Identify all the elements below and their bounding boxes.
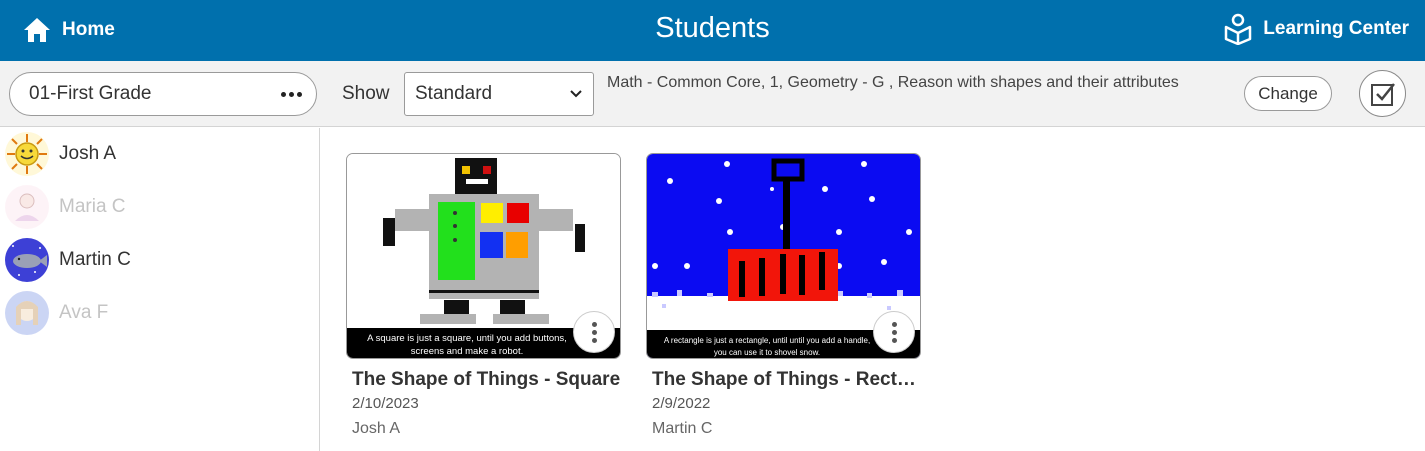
page-title: Students — [655, 12, 770, 44]
student-name: Maria C — [59, 196, 126, 217]
student-list: Josh A Maria C Martin C Ava F — [0, 128, 320, 451]
card-date: 2/9/2022 — [652, 395, 711, 412]
work-card: A rectangle is just a rectangle, until u… — [646, 153, 921, 438]
class-name: 01-First Grade — [29, 83, 152, 104]
learning-center-button[interactable]: Learning Center — [1223, 12, 1409, 46]
student-item-ava-f[interactable]: Ava F — [0, 287, 319, 339]
standard-description: Math - Common Core, 1, Geometry - G , Re… — [607, 74, 1179, 91]
student-item-martin-c[interactable]: Martin C — [0, 234, 319, 286]
student-item-maria-c[interactable]: Maria C — [0, 181, 319, 233]
thumbnail-caption-line1: A rectangle is just a rectangle, until u… — [664, 336, 870, 345]
card-title[interactable]: The Shape of Things - Square — [346, 369, 621, 391]
avatar — [5, 132, 49, 176]
thumbnail-caption-line2: you can use it to shovel snow. — [714, 348, 820, 357]
learning-center-icon — [1225, 13, 1252, 45]
checkbox-check-icon — [1370, 82, 1395, 106]
class-selector[interactable]: 01-First Grade — [9, 72, 317, 116]
select-mode-button[interactable] — [1359, 70, 1406, 117]
show-dropdown[interactable]: Standard — [404, 72, 594, 116]
card-author: Martin C — [652, 420, 713, 437]
card-date: 2/10/2023 — [352, 395, 419, 412]
student-name: Martin C — [59, 249, 131, 270]
more-vertical-icon[interactable] — [573, 311, 615, 353]
avatar — [5, 185, 49, 229]
home-icon — [24, 18, 50, 42]
change-button[interactable]: Change — [1244, 76, 1332, 111]
card-title[interactable]: The Shape of Things - Rectangle — [646, 369, 921, 391]
home-label: Home — [62, 19, 115, 40]
learning-center-label: Learning Center — [1263, 18, 1409, 39]
student-name: Josh A — [59, 143, 117, 164]
show-dropdown-value: Standard — [415, 83, 493, 104]
card-author: Josh A — [352, 420, 401, 437]
more-vertical-icon[interactable] — [873, 311, 915, 353]
thumbnail-caption-line1: A square is just a square, until you add… — [367, 333, 567, 344]
work-thumbnail[interactable]: A square is just a square, until you add… — [346, 153, 621, 359]
show-label: Show — [342, 83, 390, 104]
toolbar: 01-First Grade Show Standard Math - Comm… — [0, 61, 1425, 127]
work-thumbnail[interactable]: A rectangle is just a rectangle, until u… — [646, 153, 921, 359]
student-item-josh-a[interactable]: Josh A — [0, 128, 319, 180]
more-horizontal-icon[interactable] — [281, 91, 302, 97]
work-card: A square is just a square, until you add… — [346, 153, 621, 438]
avatar — [5, 238, 49, 282]
top-bar: Home Students Learning Center — [0, 0, 1425, 61]
thumbnail-caption-line2: screens and make a robot. — [411, 346, 523, 357]
student-name: Ava F — [59, 302, 109, 323]
avatar — [5, 291, 49, 335]
home-button[interactable]: Home — [22, 14, 115, 46]
chevron-down-icon — [570, 90, 582, 98]
